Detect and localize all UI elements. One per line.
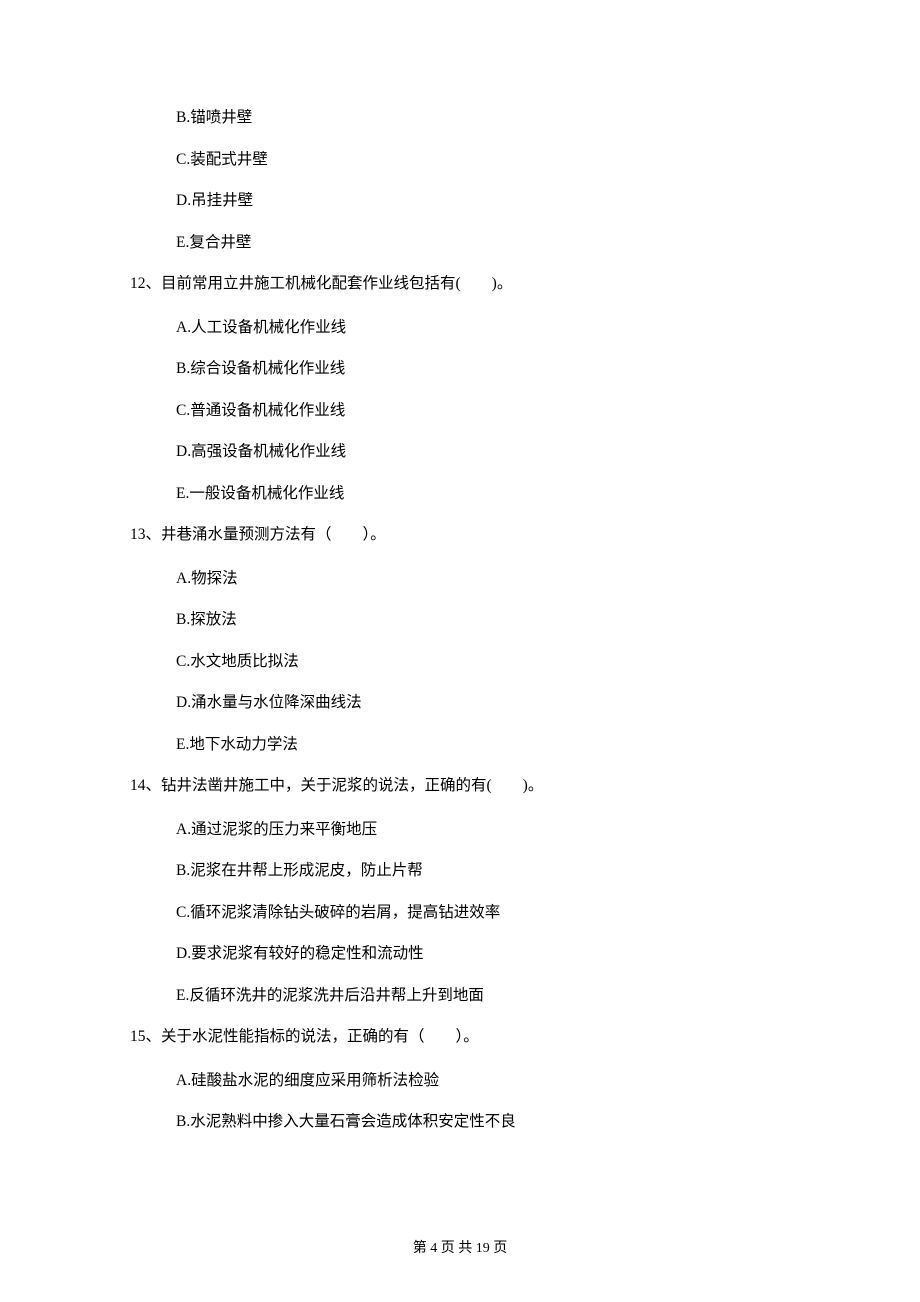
q11-option-e: E.复合井壁 <box>176 235 790 251</box>
q12-option-c: C.普通设备机械化作业线 <box>176 403 790 419</box>
q15-stem: 15、关于水泥性能指标的说法，正确的有（ ）。 <box>130 1029 790 1045</box>
q12-option-d: D.高强设备机械化作业线 <box>176 444 790 460</box>
q13-option-e: E.地下水动力学法 <box>176 737 790 753</box>
q14-stem: 14、钻井法凿井施工中，关于泥浆的说法，正确的有( )。 <box>130 778 790 794</box>
q11-option-c: C.装配式井壁 <box>176 152 790 168</box>
q14-option-b: B.泥浆在井帮上形成泥皮，防止片帮 <box>176 863 790 879</box>
q13-option-c: C.水文地质比拟法 <box>176 654 790 670</box>
q13-stem: 13、井巷涌水量预测方法有（ ）。 <box>130 527 790 543</box>
q12-option-a: A.人工设备机械化作业线 <box>176 320 790 336</box>
q14-option-d: D.要求泥浆有较好的稳定性和流动性 <box>176 946 790 962</box>
q14-option-c: C.循环泥浆清除钻头破碎的岩屑，提高钻进效率 <box>176 905 790 921</box>
q12-option-e: E.一般设备机械化作业线 <box>176 486 790 502</box>
q15-option-b: B.水泥熟料中掺入大量石膏会造成体积安定性不良 <box>176 1114 790 1130</box>
q15-option-a: A.硅酸盐水泥的细度应采用筛析法检验 <box>176 1073 790 1089</box>
q12-option-b: B.综合设备机械化作业线 <box>176 361 790 377</box>
page-footer: 第 4 页 共 19 页 <box>0 1242 920 1256</box>
page-content: B.锚喷井壁 C.装配式井壁 D.吊挂井壁 E.复合井壁 12、目前常用立井施工… <box>0 0 920 1130</box>
q12-stem: 12、目前常用立井施工机械化配套作业线包括有( )。 <box>130 276 790 292</box>
q14-option-e: E.反循环洗井的泥浆洗井后沿井帮上升到地面 <box>176 988 790 1004</box>
q14-option-a: A.通过泥浆的压力来平衡地压 <box>176 822 790 838</box>
q13-option-a: A.物探法 <box>176 571 790 587</box>
q13-option-d: D.涌水量与水位降深曲线法 <box>176 695 790 711</box>
q11-option-b: B.锚喷井壁 <box>176 110 790 126</box>
q13-option-b: B.探放法 <box>176 612 790 628</box>
q11-option-d: D.吊挂井壁 <box>176 193 790 209</box>
